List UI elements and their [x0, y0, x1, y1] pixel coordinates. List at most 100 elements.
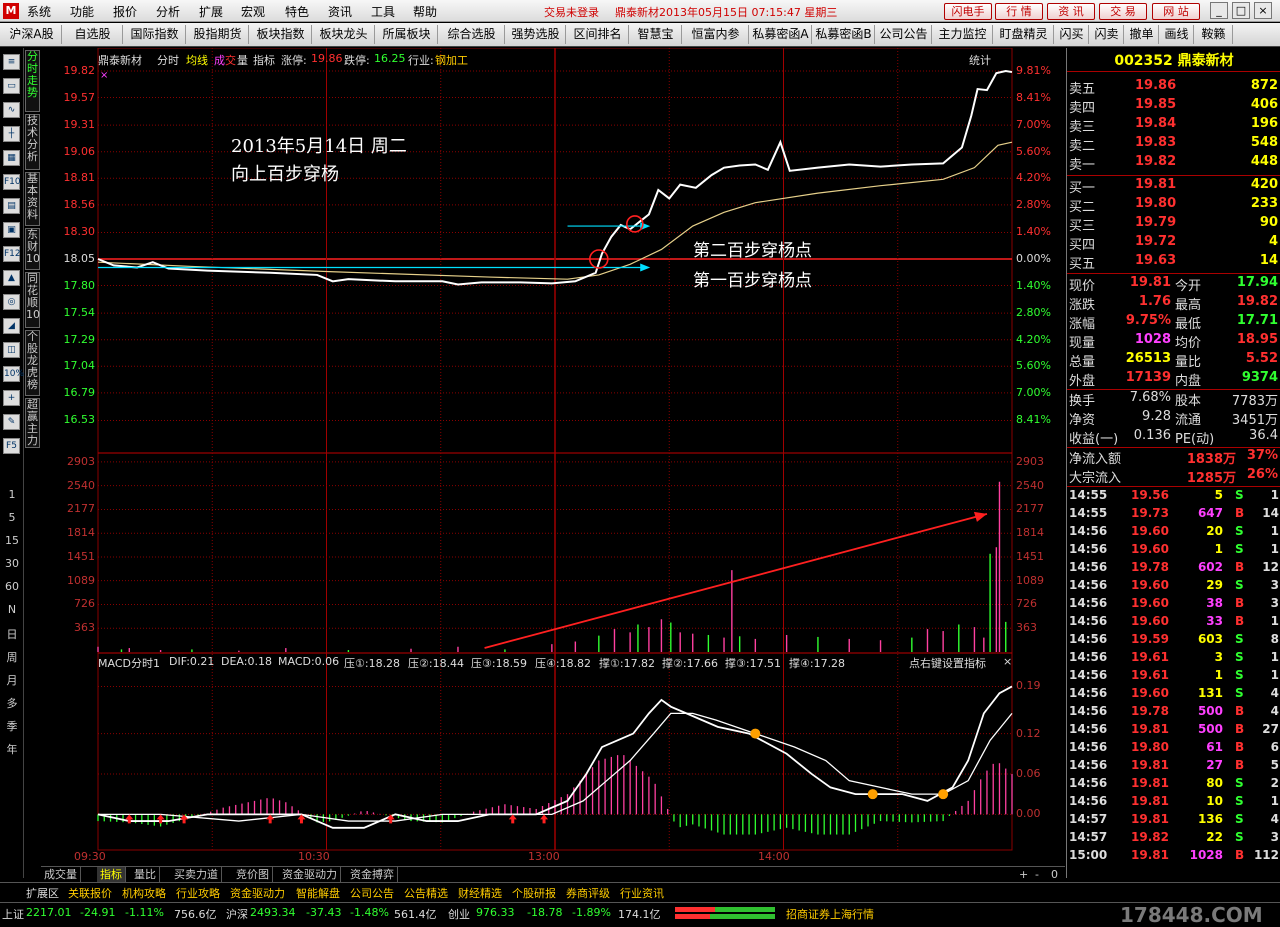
indicator-tab-2[interactable]: 量比	[131, 867, 160, 883]
period-6[interactable]: 日	[0, 626, 24, 642]
period-8[interactable]: 月	[0, 672, 24, 688]
status-link-11[interactable]: 行业资讯	[620, 885, 664, 901]
window-icon[interactable]: ▭	[3, 78, 20, 94]
vtab-2[interactable]: 基本资料	[25, 172, 40, 226]
status-link-2[interactable]: 机构攻略	[122, 885, 166, 901]
toolbar-button-18[interactable]: 闪卖	[1090, 25, 1124, 44]
plus-icon[interactable]: +	[3, 390, 20, 406]
menu-1[interactable]: 功能	[70, 3, 94, 20]
indicator-tab-3[interactable]: 买卖力道	[171, 867, 222, 883]
vtab-0[interactable]: 分时走势	[25, 50, 40, 112]
toolbar-button-3[interactable]: 股指期货	[187, 25, 249, 44]
toolbar-button-17[interactable]: 闪买	[1055, 25, 1089, 44]
f10-icon[interactable]: F10	[3, 174, 21, 190]
toolbar-button-21[interactable]: 鞍籁	[1195, 25, 1233, 44]
vtab-6[interactable]: 超赢主力	[25, 398, 40, 448]
period-1[interactable]: 5	[0, 511, 24, 524]
toolbar-button-13[interactable]: 私募密函B	[813, 25, 875, 44]
toolbar-button-6[interactable]: 所属板块	[376, 25, 438, 44]
menu-0[interactable]: 系统	[27, 3, 51, 20]
vtab-4[interactable]: 同花顺10	[25, 272, 40, 328]
indicator-label[interactable]: 指标	[253, 52, 275, 68]
maximize-icon[interactable]: □	[1232, 2, 1250, 19]
vtab-1[interactable]: 技术分析	[25, 114, 40, 170]
status-link-6[interactable]: 公司公告	[350, 885, 394, 901]
menu-7[interactable]: 资讯	[328, 3, 352, 20]
period-2[interactable]: 15	[0, 534, 24, 547]
indicator-tab-5[interactable]: 资金驱动力	[279, 867, 341, 883]
period-3[interactable]: 30	[0, 557, 24, 570]
menu-9[interactable]: 帮助	[413, 3, 437, 20]
chart-icon[interactable]: ▲	[3, 270, 20, 286]
vtab-3[interactable]: 东财10	[25, 228, 40, 270]
quick-button-3[interactable]: 交 易	[1099, 3, 1147, 20]
close-indicator-icon[interactable]: ×	[1003, 655, 1012, 668]
zoom-button-0[interactable]: +	[1016, 867, 1031, 883]
toolbar-button-19[interactable]: 撤单	[1125, 25, 1159, 44]
close-icon[interactable]: ×	[1254, 2, 1272, 19]
f12-icon[interactable]: F12	[3, 246, 21, 262]
toolbar-button-16[interactable]: 盯盘精灵	[994, 25, 1054, 44]
percent-icon[interactable]: 10%	[3, 366, 24, 382]
table-icon[interactable]: ▦	[3, 150, 20, 166]
period-4[interactable]: 60	[0, 580, 24, 593]
article-icon[interactable]: ▤	[3, 198, 20, 214]
toolbar-button-8[interactable]: 强势选股	[506, 25, 566, 44]
period-0[interactable]: 1	[0, 488, 24, 501]
minimize-icon[interactable]: _	[1210, 2, 1228, 19]
intraday-chart[interactable]: × 鼎泰新材 分时 均线 成 交 量 指标 涨停: 19.86 跌停: 16.2…	[41, 48, 1065, 866]
status-link-9[interactable]: 个股研报	[512, 885, 556, 901]
period-9[interactable]: 多	[0, 695, 24, 711]
search-icon[interactable]: ◎	[3, 294, 20, 310]
toolbar-button-0[interactable]: 沪深A股	[2, 25, 62, 44]
toolbar-button-7[interactable]: 综合选股	[439, 25, 505, 44]
line-chart-icon[interactable]: ∿	[3, 102, 20, 118]
area-chart-icon[interactable]: ◢	[3, 318, 20, 334]
pencil-icon[interactable]: ✎	[3, 414, 20, 430]
toolbar-button-20[interactable]: 画线	[1160, 25, 1194, 44]
menu-6[interactable]: 特色	[285, 3, 309, 20]
indicator-tab-1[interactable]: 指标	[97, 867, 126, 883]
candlestick-icon[interactable]: ┼	[3, 126, 20, 142]
menu-2[interactable]: 报价	[113, 3, 137, 20]
menu-3[interactable]: 分析	[156, 3, 180, 20]
status-link-7[interactable]: 公告精选	[404, 885, 448, 901]
quick-button-4[interactable]: 网 站	[1152, 3, 1200, 20]
compare-icon[interactable]: ◫	[3, 342, 20, 358]
list-icon[interactable]: ≡	[3, 54, 20, 70]
stats-button[interactable]: 统计	[969, 52, 991, 68]
status-link-0[interactable]: 扩展区	[26, 885, 59, 901]
menu-8[interactable]: 工具	[371, 3, 395, 20]
status-link-8[interactable]: 财经精选	[458, 885, 502, 901]
zoom-button-2[interactable]: 0	[1048, 867, 1061, 883]
toolbar-button-10[interactable]: 智慧宝	[630, 25, 682, 44]
status-link-4[interactable]: 资金驱动力	[230, 885, 285, 901]
status-link-1[interactable]: 关联报价	[68, 885, 112, 901]
grid-icon[interactable]: ▣	[3, 222, 20, 238]
toolbar-button-2[interactable]: 国际指数	[124, 25, 186, 44]
zoom-button-1[interactable]: -	[1032, 867, 1042, 883]
toolbar-button-5[interactable]: 板块龙头	[313, 25, 375, 44]
status-link-10[interactable]: 券商评级	[566, 885, 610, 901]
f5-icon[interactable]: F5	[3, 438, 20, 454]
period-11[interactable]: 年	[0, 741, 24, 757]
period-5[interactable]: N	[0, 603, 24, 616]
indicator-tab-4[interactable]: 竞价图	[233, 867, 273, 883]
period-10[interactable]: 季	[0, 718, 24, 734]
toolbar-button-12[interactable]: 私募密函A	[750, 25, 812, 44]
menu-4[interactable]: 扩展	[199, 3, 223, 20]
status-link-3[interactable]: 行业攻略	[176, 885, 220, 901]
toolbar-button-1[interactable]: 自选股	[63, 25, 123, 44]
quick-button-1[interactable]: 行 情	[995, 3, 1043, 20]
status-link-5[interactable]: 智能解盘	[296, 885, 340, 901]
toolbar-button-15[interactable]: 主力监控	[933, 25, 993, 44]
quick-button-0[interactable]: 闪电手	[944, 3, 992, 20]
toolbar-button-9[interactable]: 区间排名	[567, 25, 629, 44]
vtab-5[interactable]: 个股龙虎榜	[25, 330, 40, 396]
period-7[interactable]: 周	[0, 649, 24, 665]
quick-button-2[interactable]: 资 讯	[1047, 3, 1095, 20]
indicator-tab-0[interactable]: 成交量	[41, 867, 81, 883]
toolbar-button-4[interactable]: 板块指数	[250, 25, 312, 44]
toolbar-button-14[interactable]: 公司公告	[876, 25, 932, 44]
menu-5[interactable]: 宏观	[241, 3, 265, 20]
